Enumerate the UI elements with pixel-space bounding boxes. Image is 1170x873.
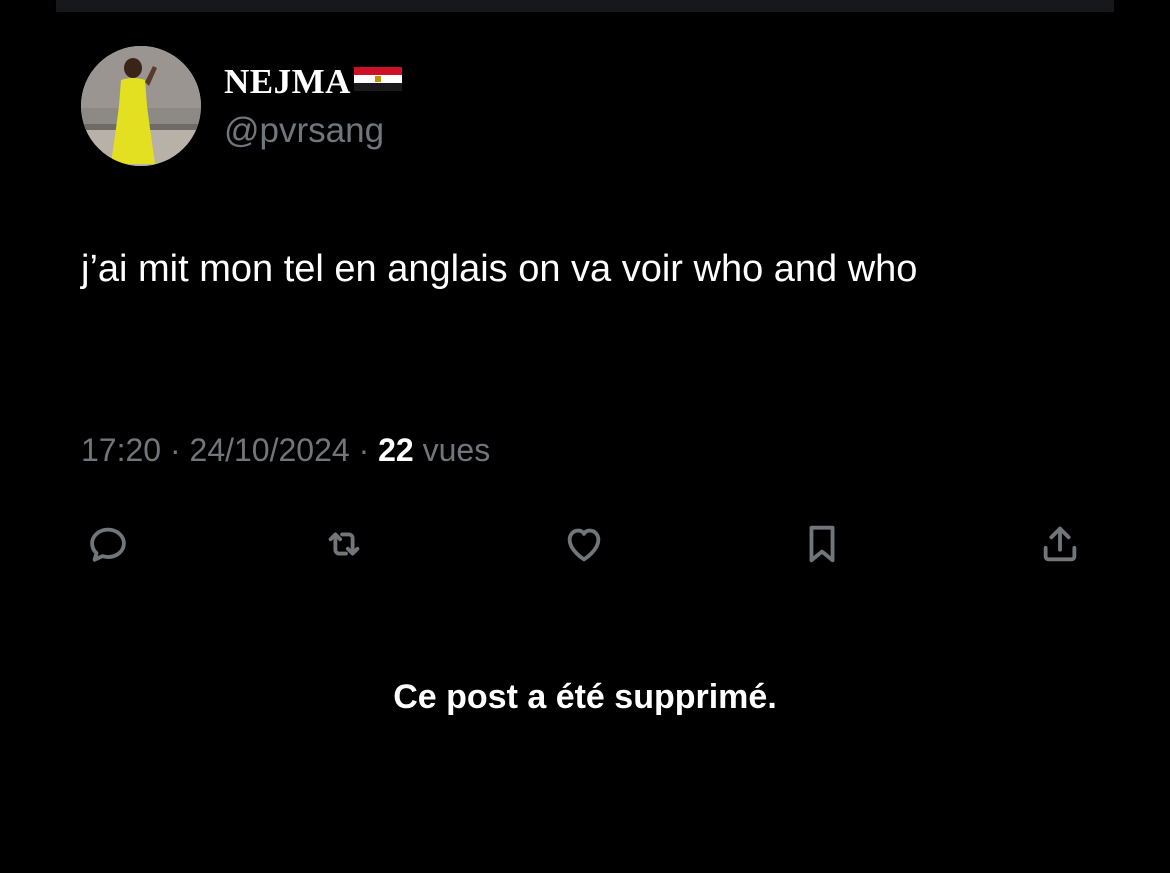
retweet-button[interactable] [317, 517, 371, 571]
egypt-flag-icon [353, 67, 402, 91]
reply-button[interactable] [81, 517, 135, 571]
reply-icon [90, 527, 126, 562]
tweet-date[interactable]: 24/10/2024 [190, 432, 350, 468]
user-handle[interactable]: @pvrsang [224, 111, 384, 151]
bookmark-icon [809, 525, 835, 563]
display-name-row: NEJMA [224, 62, 402, 102]
tweet-time[interactable]: 17:20 [81, 432, 161, 468]
like-icon [567, 528, 601, 562]
tweet-text: j’ai mit mon tel en anglais on va voir w… [81, 248, 918, 290]
avatar[interactable] [81, 46, 201, 166]
tweet-meta: 17:20 · 24/10/2024 · 22 vues [81, 432, 490, 469]
share-button[interactable] [1033, 517, 1087, 571]
top-bar [56, 0, 1114, 12]
share-icon [1043, 526, 1077, 562]
views-label: vues [422, 432, 491, 468]
retweet-icon [328, 532, 360, 556]
meta-separator: · [358, 432, 370, 468]
display-name[interactable]: NEJMA [224, 62, 351, 102]
views-count: 22 [378, 432, 414, 468]
deleted-post-notice: Ce post a été supprimé. [393, 678, 777, 716]
tweet-actions [81, 517, 1085, 571]
meta-separator: · [169, 432, 181, 468]
like-button[interactable] [557, 517, 611, 571]
bookmark-button[interactable] [795, 517, 849, 571]
